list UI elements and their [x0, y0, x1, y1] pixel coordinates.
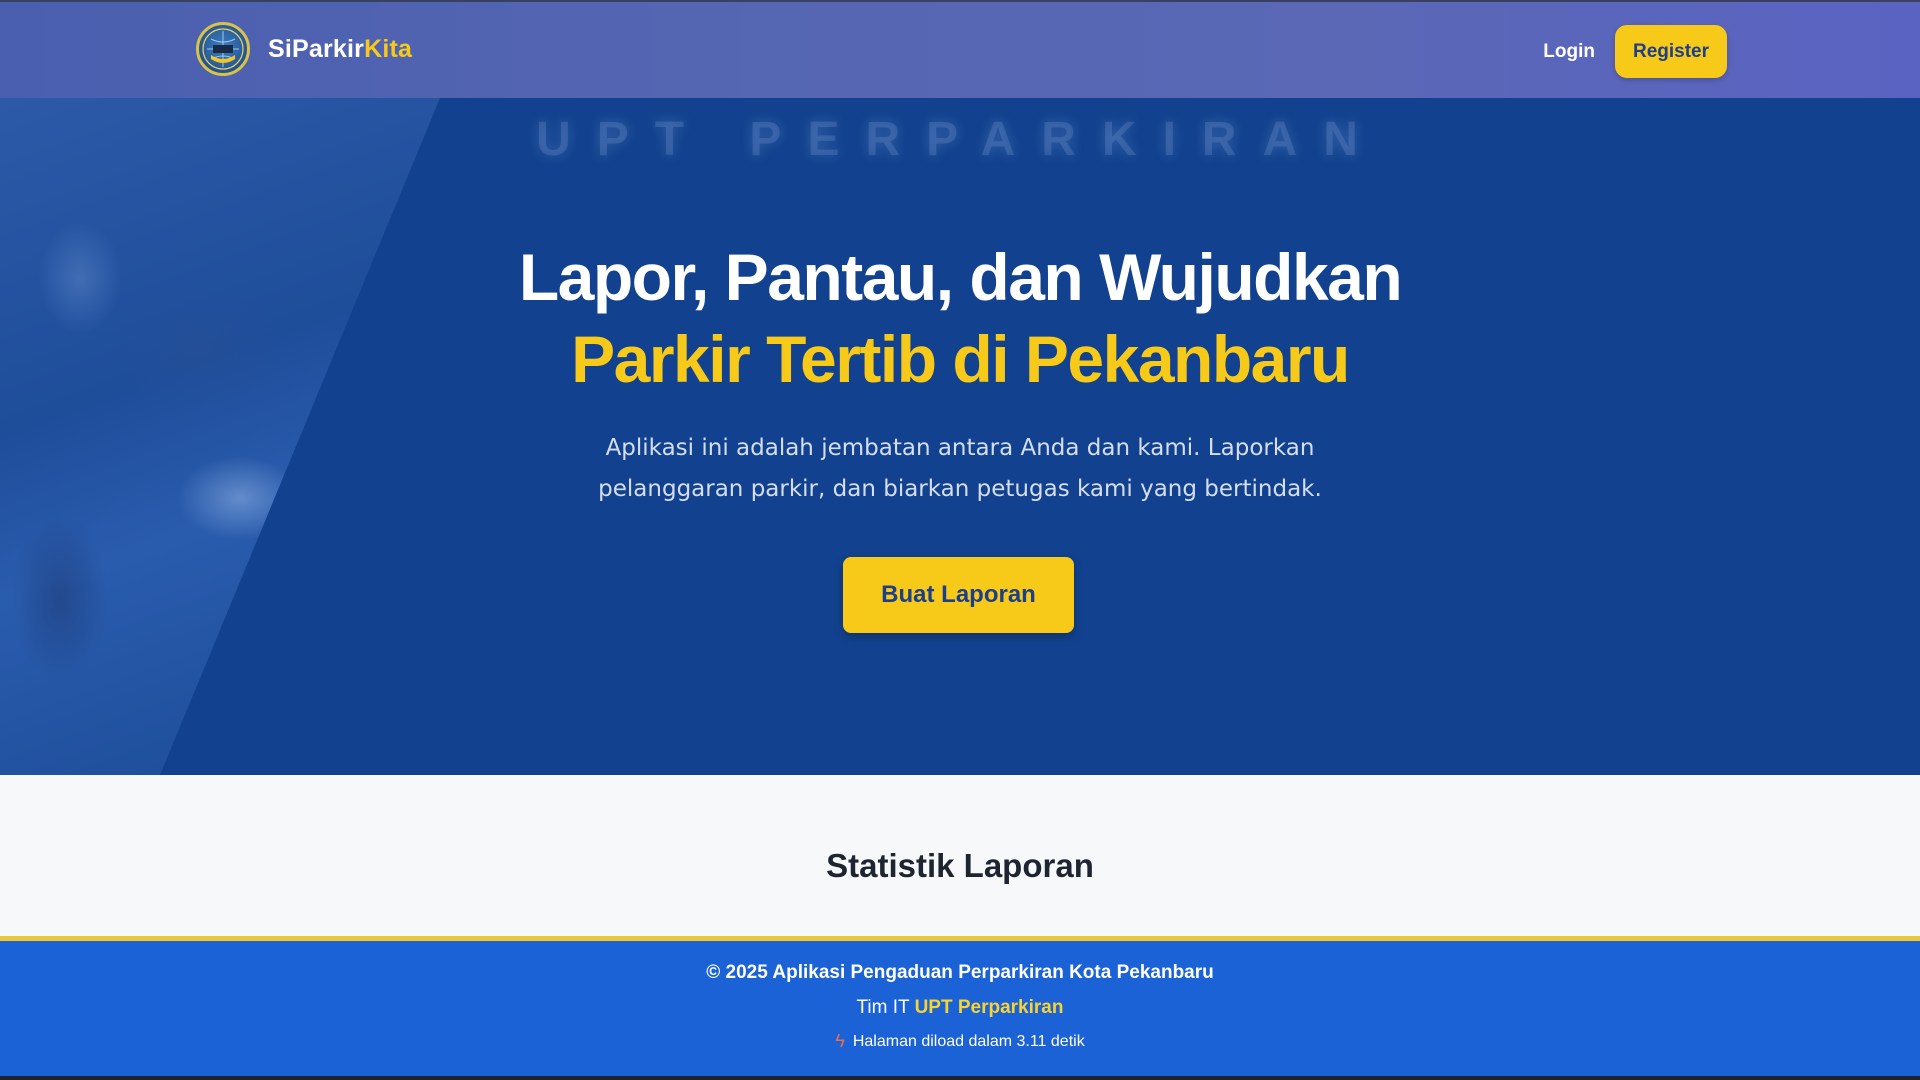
window-bottom-edge — [0, 1076, 1920, 1080]
page: SiParkirKita Login Register UPT PERPARKI… — [0, 0, 1920, 1080]
stats-title: Statistik Laporan — [826, 847, 1094, 884]
footer-team: Tim IT UPT Perparkiran — [0, 997, 1920, 1019]
hero-background-photo — [0, 98, 440, 775]
create-report-button[interactable]: Buat Laporan — [843, 557, 1074, 633]
footer-load-text: Halaman diload dalam 3.11 detik — [852, 1032, 1085, 1050]
footer-team-name: UPT Perparkiran — [914, 997, 1064, 1018]
hero-section: UPT PERPARKIRAN Lapor, Pantau, dan Wujud… — [0, 98, 1920, 775]
city-emblem-icon — [196, 22, 250, 76]
register-button[interactable]: Register — [1615, 25, 1727, 78]
navbar: SiParkirKita Login Register — [0, 0, 1920, 98]
hero-watermark: UPT PERPARKIRAN — [536, 113, 1384, 166]
brand[interactable]: SiParkirKita — [196, 18, 412, 80]
hero-title-line2: Parkir Tertib di Pekanbaru — [571, 322, 1350, 396]
hero-title: Lapor, Pantau, dan Wujudkan Parkir Terti… — [0, 236, 1920, 400]
brand-name-main: SiParkir — [268, 34, 365, 63]
lightning-icon: ϟ — [835, 1031, 845, 1051]
stats-section: Statistik Laporan — [0, 775, 1920, 936]
footer-load-time: ϟ Halaman diload dalam 3.11 detik — [0, 1031, 1920, 1052]
footer-copyright: © 2025 Aplikasi Pengaduan Perparkiran Ko… — [706, 962, 1214, 983]
brand-name-accent: Kita — [364, 34, 413, 63]
brand-name: SiParkirKita — [268, 35, 412, 64]
footer: © 2025 Aplikasi Pengaduan Perparkiran Ko… — [0, 936, 1920, 1076]
login-link[interactable]: Login — [1543, 41, 1595, 63]
hero-title-line1: Lapor, Pantau, dan Wujudkan — [518, 240, 1403, 314]
hero-description: Aplikasi ini adalah jembatan antara Anda… — [598, 435, 1322, 502]
nav-actions: Login Register — [1543, 25, 1727, 78]
footer-team-prefix: Tim IT — [856, 997, 910, 1018]
